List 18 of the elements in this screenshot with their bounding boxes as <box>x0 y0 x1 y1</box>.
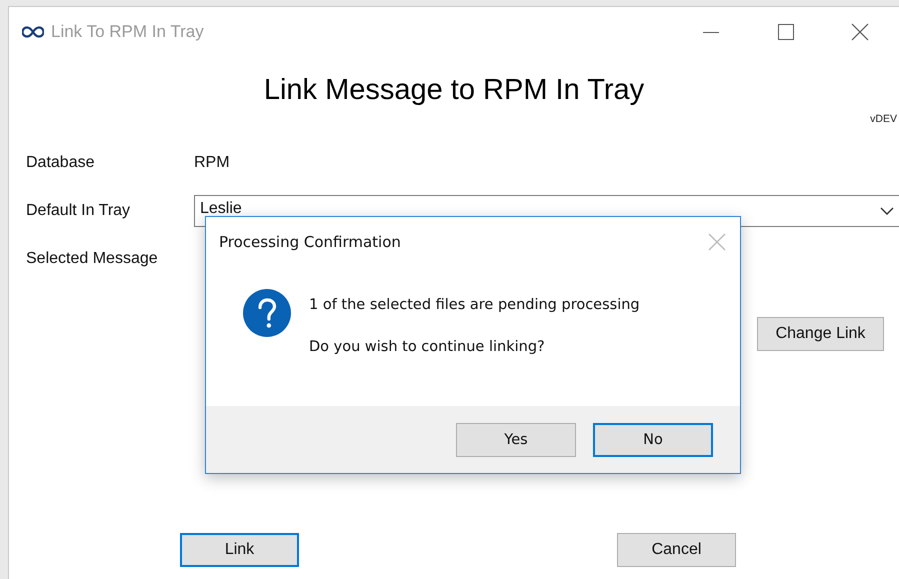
dialog-button[interactable]: No <box>593 422 713 456</box>
infinity-icon <box>22 26 44 38</box>
change-link-button[interactable]: Change Link <box>757 317 884 351</box>
dialog-message: 1 of the selected files are pending processing <box>309 296 640 315</box>
field-value: RPM <box>194 154 230 172</box>
action-button[interactable]: Link <box>180 533 299 567</box>
version-label: vDEV <box>870 112 898 126</box>
action-button[interactable]: Cancel <box>617 533 736 567</box>
field-label: Selected Message <box>26 250 158 268</box>
field-label: Database <box>26 154 94 172</box>
window-title: Link To RPM In Tray <box>51 22 205 42</box>
dialog-button[interactable]: Yes <box>456 422 576 456</box>
question-icon <box>243 289 291 337</box>
dialog-heading: Link Message to RPM In Tray <box>264 73 644 108</box>
chevron-down-icon <box>880 207 894 216</box>
field-label: Default In Tray <box>26 202 130 220</box>
dialog-title: Processing Confirmation <box>219 233 401 251</box>
dialog-message: Do you wish to continue linking? <box>309 338 546 357</box>
